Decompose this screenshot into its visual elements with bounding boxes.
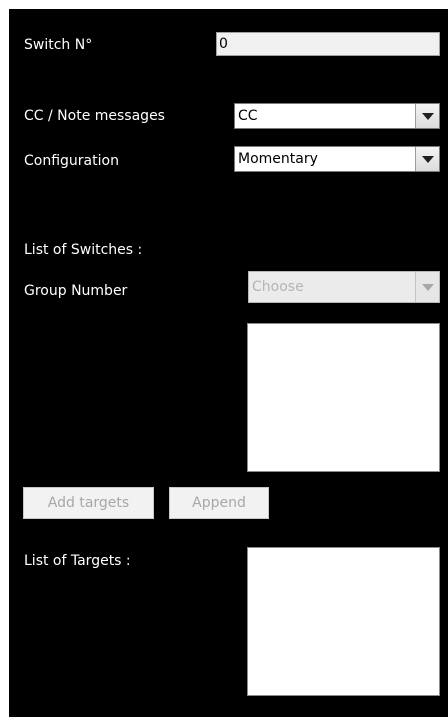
configuration-dropdown-button[interactable]: [415, 147, 439, 171]
chevron-down-icon: [422, 156, 434, 163]
switch-number-field[interactable]: 0: [216, 32, 440, 56]
switch-number-label: Switch N°: [24, 37, 93, 53]
chevron-down-icon: [422, 113, 434, 120]
switch-config-panel: Switch N° 0 CC / Note messages CC Config…: [9, 9, 448, 717]
group-number-select[interactable]: Choose: [248, 271, 440, 303]
configuration-selected: Momentary: [238, 151, 318, 167]
cc-note-dropdown-button[interactable]: [415, 104, 439, 128]
cc-note-label: CC / Note messages: [24, 108, 165, 124]
group-number-label: Group Number: [24, 283, 128, 299]
switches-list-label: List of Switches :: [24, 242, 143, 258]
switches-listbox[interactable]: [247, 323, 440, 472]
targets-list-label: List of Targets :: [24, 553, 131, 569]
switch-number-value: 0: [219, 36, 228, 52]
configuration-select[interactable]: Momentary: [234, 146, 440, 172]
add-targets-button[interactable]: Add targets: [23, 487, 154, 519]
group-number-placeholder: Choose: [252, 279, 304, 295]
targets-listbox[interactable]: [247, 547, 440, 696]
cc-note-selected: CC: [238, 108, 258, 124]
group-number-dropdown-button[interactable]: [415, 272, 439, 302]
append-button[interactable]: Append: [169, 487, 269, 519]
configuration-label: Configuration: [24, 153, 119, 169]
chevron-down-icon: [422, 284, 434, 291]
cc-note-select[interactable]: CC: [234, 103, 440, 129]
